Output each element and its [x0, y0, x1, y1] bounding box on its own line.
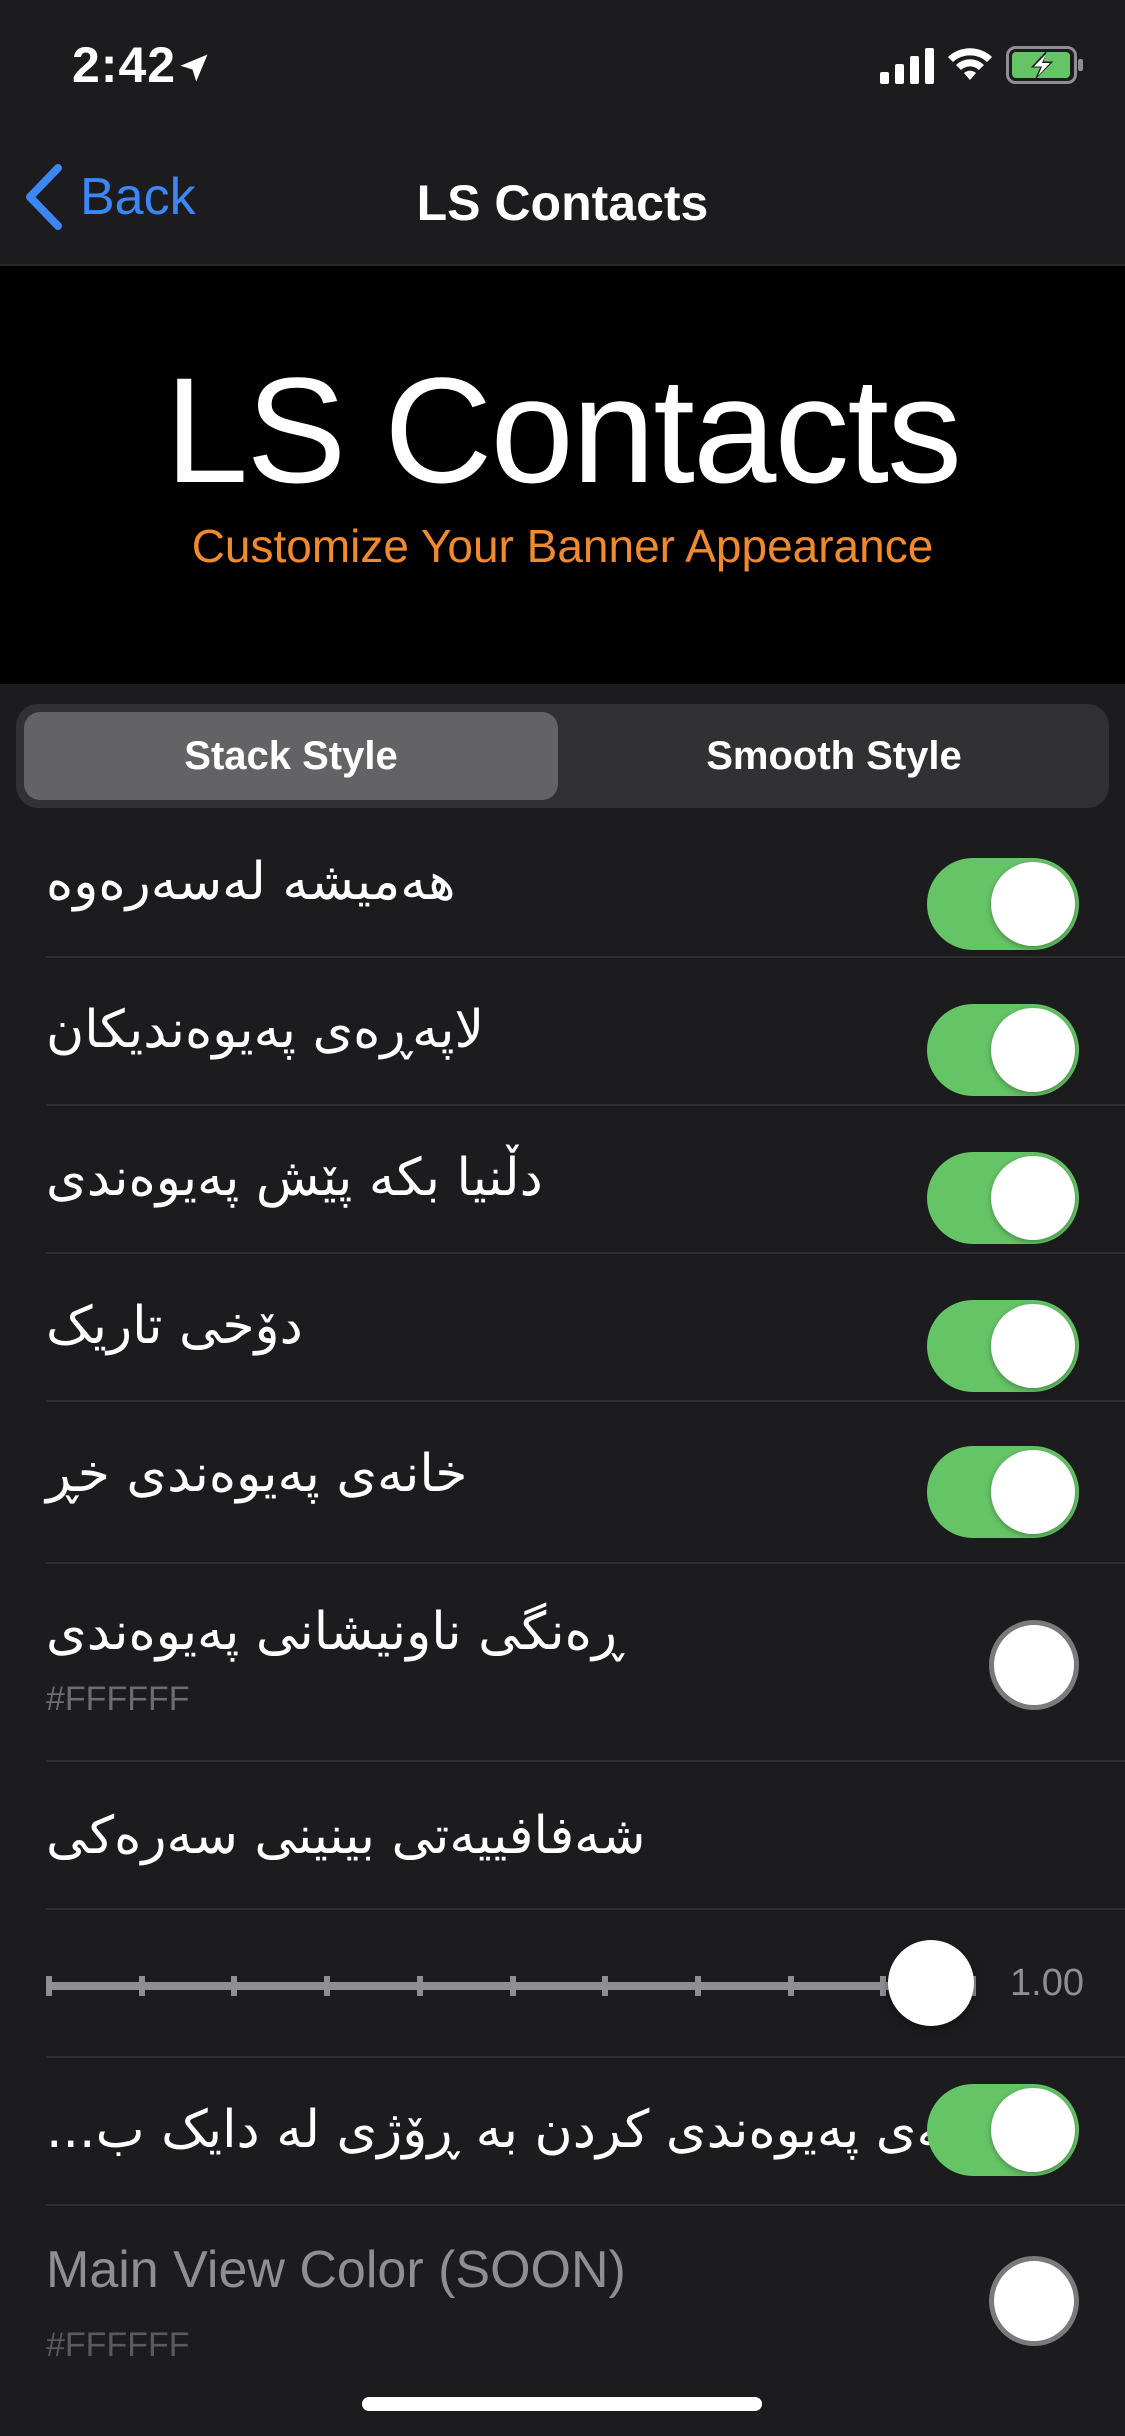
setting-row-birthday-contact-photo: وێنەی پەیوەندی کردن بە ڕۆژی لە دایک ب...: [46, 2058, 1125, 2206]
slider-tick: [324, 1976, 330, 1996]
slider-value: 1.00: [1010, 1962, 1084, 2004]
status-time: 2:42: [72, 37, 177, 93]
slider-tick: [695, 1976, 701, 1996]
toggle-knob: [991, 1156, 1075, 1240]
setting-label: وێنەی پەیوەندی کردن بە ڕۆژی لە دایک ب...: [46, 2100, 1000, 2160]
setting-row-dark-mode: دۆخی تاریک: [46, 1254, 1125, 1402]
toggle-switch[interactable]: [927, 1446, 1079, 1538]
setting-row-contact-title-color: ڕەنگی ناونیشانی پەیوەندی #FFFFFF: [46, 1564, 1125, 1762]
page-title: LS Contacts: [416, 175, 709, 231]
slider-tick: [880, 1976, 886, 1996]
color-swatch[interactable]: [989, 2256, 1079, 2346]
location-arrow-icon: [180, 54, 208, 82]
setting-label: دڵنیا بکە پێش پەیوەندی: [46, 1148, 543, 1208]
navigation-bar: Back LS Contacts: [0, 132, 1125, 266]
setting-row-contacts-page: لاپەڕەی پەیوەندیکان: [46, 958, 1125, 1106]
setting-label: دۆخی تاریک: [46, 1296, 303, 1356]
wifi-icon: [948, 48, 992, 80]
slider-tick: [510, 1976, 516, 1996]
header-banner: LS Contacts Customize Your Banner Appear…: [0, 266, 1125, 684]
slider-tick: [417, 1976, 423, 1996]
toggle-switch[interactable]: [927, 1004, 1079, 1096]
status-bar: 2:42: [0, 0, 1125, 132]
toggle-knob: [991, 1450, 1075, 1534]
banner-subtitle: Customize Your Banner Appearance: [191, 520, 934, 572]
toggle-switch[interactable]: [927, 2084, 1079, 2176]
setting-row-confirm-before-call: دڵنیا بکە پێش پەیوەندی: [46, 1106, 1125, 1254]
slider-tick: [788, 1976, 794, 1996]
cellular-signal-icon: [880, 48, 934, 84]
slider-tick: [602, 1976, 608, 1996]
slider-tick: [46, 1976, 52, 1996]
slider-tick: [139, 1976, 145, 1996]
setting-row-main-view-color: Main View Color (SOON) #FFFFFF: [46, 2206, 1125, 2402]
color-swatch[interactable]: [989, 1620, 1079, 1710]
style-segmented-control: Stack Style Smooth Style: [16, 704, 1109, 808]
toggle-switch[interactable]: [927, 1300, 1079, 1392]
color-hex-value: #FFFFFF: [46, 2326, 190, 2364]
setting-row-round-contact-cell: خانەی پەیوەندی خڕ: [46, 1402, 1125, 1564]
setting-label: هەمیشە لەسەرەوە: [46, 852, 456, 912]
home-indicator: [362, 2397, 762, 2411]
toggle-knob: [991, 1304, 1075, 1388]
toggle-knob: [991, 1008, 1075, 1092]
setting-label: شەفافییەتی بینینی سەرەکی: [46, 1806, 646, 1866]
toggle-knob: [991, 2088, 1075, 2172]
setting-label: لاپەڕەی پەیوەندیکان: [46, 1000, 485, 1060]
banner-title: LS Contacts: [164, 346, 962, 514]
setting-label: Main View Color (SOON): [46, 2241, 626, 2299]
setting-label: خانەی پەیوەندی خڕ: [46, 1444, 468, 1504]
color-hex-value: #FFFFFF: [46, 1680, 190, 1718]
segment-smooth-style[interactable]: Smooth Style: [567, 712, 1101, 800]
slider-tick: [231, 1976, 237, 1996]
segment-stack-style[interactable]: Stack Style: [24, 712, 558, 800]
opacity-slider-thumb[interactable]: [888, 1940, 974, 2026]
toggle-switch[interactable]: [927, 1152, 1079, 1244]
toggle-switch[interactable]: [927, 858, 1079, 950]
setting-row-main-view-opacity: شەفافییەتی بینینی سەرەکی: [46, 1762, 1125, 1910]
toggle-knob: [991, 862, 1075, 946]
battery-charging-icon: [1006, 46, 1083, 84]
setting-label: ڕەنگی ناونیشانی پەیوەندی: [46, 1602, 624, 1662]
setting-row-always-on-top: هەمیشە لەسەرەوە: [46, 810, 1125, 958]
